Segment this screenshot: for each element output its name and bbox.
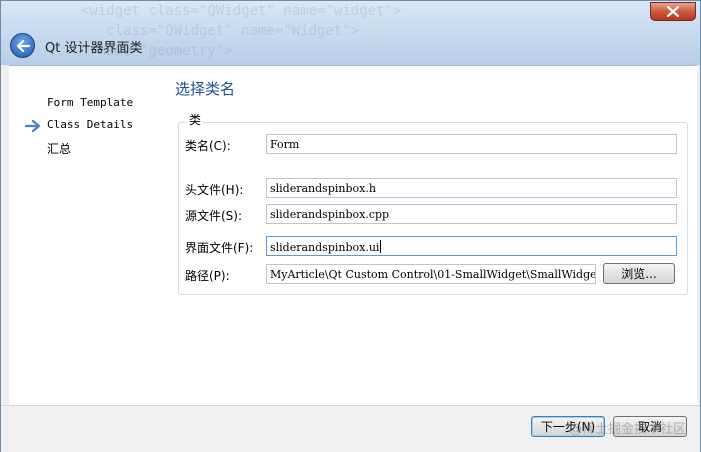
- wizard-content: Form Template Class Details 汇总 选择类名 类 类名…: [9, 65, 697, 405]
- form-file-label: 界面文件(F):: [185, 241, 254, 255]
- background-code-line: class="QWidget" name="Widget">: [81, 23, 360, 39]
- sidebar-item-summary: 汇总: [47, 142, 72, 156]
- browse-button[interactable]: 浏览...: [603, 263, 675, 284]
- window-title: Qt 设计器界面类: [45, 41, 143, 56]
- text-caret: [380, 240, 382, 253]
- close-icon: [667, 6, 679, 17]
- background-code-line: name="geometry">: [81, 43, 233, 59]
- path-input[interactable]: MyArticle\Qt Custom Control\01-SmallWidg…: [266, 264, 596, 284]
- form-file-input[interactable]: sliderandspinbox.ui: [266, 236, 677, 256]
- header-file-label: 头文件(H):: [185, 183, 244, 197]
- source-file-label: 源文件(S):: [185, 209, 243, 223]
- header-file-input[interactable]: sliderandspinbox.h: [266, 178, 677, 198]
- watermark-text: @稀土掘金技术社区: [568, 422, 686, 437]
- wizard-window: <widget class="QWidget" name="widget"> c…: [0, 0, 701, 452]
- page-title: 选择类名: [175, 80, 236, 98]
- close-button[interactable]: [650, 2, 696, 21]
- back-button[interactable]: [10, 33, 35, 58]
- sidebar-item-class-details: Class Details: [47, 118, 134, 131]
- title-bar: <widget class="QWidget" name="widget"> c…: [1, 1, 700, 65]
- arrow-right-icon: [25, 119, 41, 133]
- form-file-value: sliderandspinbox.ui: [270, 241, 380, 254]
- class-name-input[interactable]: Form: [266, 134, 677, 154]
- back-arrow-icon: [16, 39, 30, 52]
- sidebar-item-form-template: Form Template: [47, 96, 134, 109]
- source-file-input[interactable]: sliderandspinbox.cpp: [266, 204, 677, 224]
- class-name-label: 类名(C):: [185, 139, 231, 153]
- background-code-line: <widget class="QWidget" name="widget">: [81, 3, 402, 19]
- path-label: 路径(P):: [185, 269, 230, 283]
- group-title: 类: [187, 111, 204, 128]
